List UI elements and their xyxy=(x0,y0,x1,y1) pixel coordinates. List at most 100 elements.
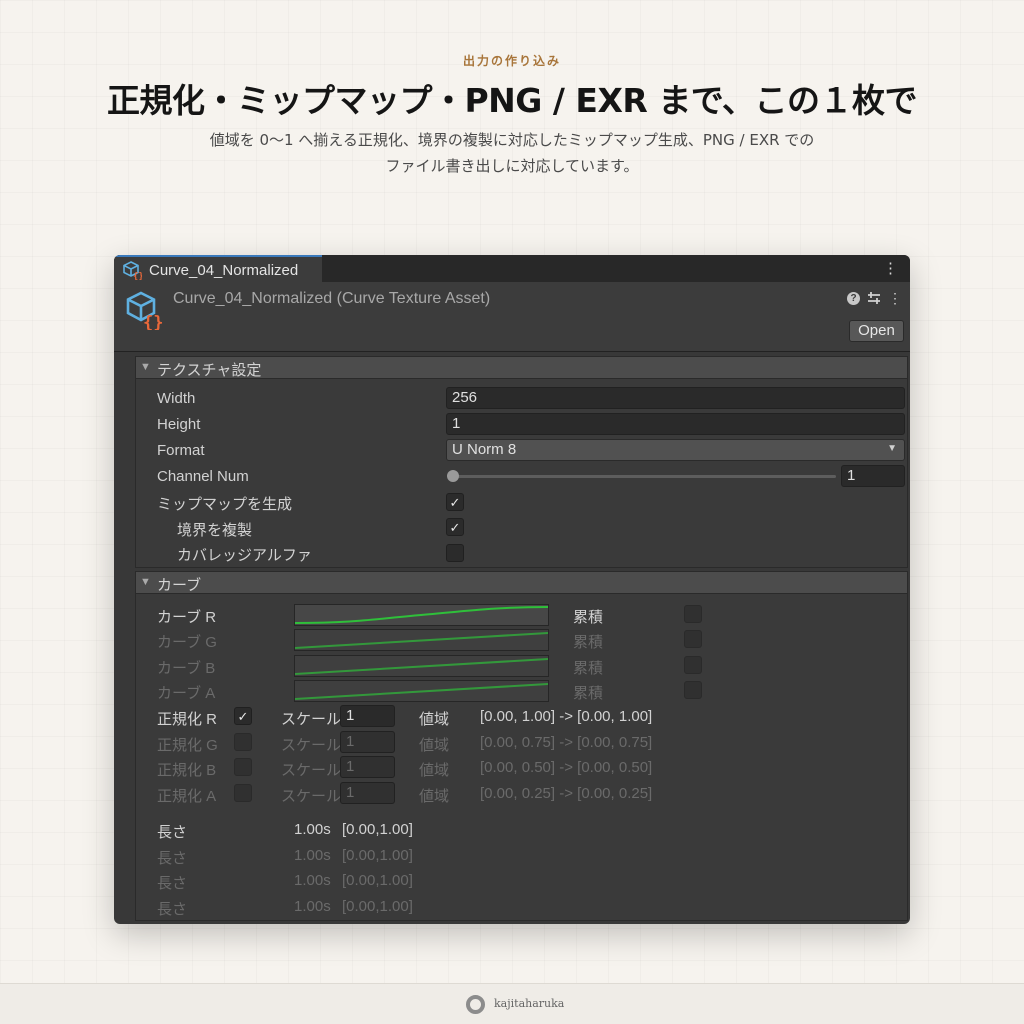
section-title: テクスチャ設定 xyxy=(157,362,262,379)
fold-arrow-icon: ▼ xyxy=(140,361,151,373)
curve-r-label: カーブ R xyxy=(157,609,217,626)
asset-title: Curve_04_Normalized (Curve Texture Asset… xyxy=(173,290,491,307)
format-dropdown[interactable]: U Norm 8 ▼ xyxy=(446,439,905,461)
scale-a-input[interactable]: 1 xyxy=(340,782,395,804)
tab-curve-asset[interactable]: {} Curve_04_Normalized xyxy=(114,255,322,282)
curves-section: ▼ カーブ カーブ R 累積 カーブ G 累積 カーブ B 累積 カーブ A 累… xyxy=(135,571,908,921)
length-r-range: [0.00,1.00] xyxy=(342,821,413,838)
scale-g-label: スケール xyxy=(281,737,342,754)
format-value: U Norm 8 xyxy=(452,441,517,458)
height-input[interactable]: 1 xyxy=(446,413,905,435)
curve-b-field[interactable] xyxy=(294,655,549,677)
curve-g-label: カーブ G xyxy=(157,634,217,651)
border-mip-checkbox[interactable]: ✓ xyxy=(446,518,464,536)
accum-g-checkbox[interactable] xyxy=(684,630,702,648)
range-r-label: 値域 xyxy=(419,711,450,728)
range-r-value: [0.00, 1.00] -> [0.00, 1.00] xyxy=(480,708,653,725)
range-a-label: 値域 xyxy=(419,788,450,805)
curves-header[interactable]: ▼ カーブ xyxy=(136,572,907,594)
curve-g-field[interactable] xyxy=(294,629,549,651)
curve-r-field[interactable] xyxy=(294,604,549,626)
scale-r-input[interactable]: 1 xyxy=(340,705,395,727)
section-title: カーブ xyxy=(157,577,202,594)
curve-a-label: カーブ A xyxy=(157,685,216,702)
length-b-range: [0.00,1.00] xyxy=(342,872,413,889)
tab-label: Curve_04_Normalized xyxy=(149,262,299,279)
range-g-label: 値域 xyxy=(419,737,450,754)
normalize-g-checkbox[interactable] xyxy=(234,733,252,751)
accum-r-label: 累積 xyxy=(573,609,604,626)
height-label: Height xyxy=(157,416,201,433)
length-a-value: 1.00s xyxy=(294,898,331,915)
width-label: Width xyxy=(157,390,196,407)
normalize-g-label: 正規化 G xyxy=(157,737,218,754)
scale-r-label: スケール xyxy=(281,711,342,728)
fold-arrow-icon: ▼ xyxy=(140,576,151,588)
open-button[interactable]: Open xyxy=(849,320,904,342)
curve-b-line xyxy=(295,658,548,675)
tab-menu-icon[interactable]: ⋮ xyxy=(883,259,898,277)
length-a-range: [0.00,1.00] xyxy=(342,898,413,915)
scale-a-label: スケール xyxy=(281,788,342,805)
channel-num-input[interactable]: 1 xyxy=(841,465,905,487)
range-g-value: [0.00, 0.75] -> [0.00, 0.75] xyxy=(480,734,653,751)
border-mip-label: 境界を複製 xyxy=(177,522,253,539)
brand-logo-icon xyxy=(466,995,485,1014)
texture-settings-header[interactable]: ▼ テクスチャ設定 xyxy=(136,357,907,379)
normalize-r-checkbox[interactable]: ✓ xyxy=(234,707,252,725)
eyebrow: 出力の作り込み xyxy=(462,54,561,68)
accum-a-checkbox[interactable] xyxy=(684,681,702,699)
settings-sliders-icon[interactable] xyxy=(867,291,881,305)
channel-slider-track[interactable] xyxy=(451,475,836,478)
accum-b-label: 累積 xyxy=(573,660,604,677)
subtitle: 値域を 0〜1 へ揃える正規化、境界の複製に対応したミップマップ生成、PNG /… xyxy=(0,127,1024,179)
format-label: Format xyxy=(157,442,205,459)
inspector-window: {} Curve_04_Normalized ⋮ {} Curve_04_Nor… xyxy=(114,255,910,924)
curve-b-label: カーブ B xyxy=(157,660,216,677)
normalize-a-checkbox[interactable] xyxy=(234,784,252,802)
accum-b-checkbox[interactable] xyxy=(684,656,702,674)
subtitle-line-1: 値域を 0〜1 へ揃える正規化、境界の複製に対応したミップマップ生成、PNG /… xyxy=(209,131,815,149)
length-r-label: 長さ xyxy=(157,824,188,841)
footer: kajitaharuka xyxy=(0,983,1024,1024)
normalize-a-label: 正規化 A xyxy=(157,788,217,805)
scale-g-input[interactable]: 1 xyxy=(340,731,395,753)
coverage-alpha-checkbox[interactable] xyxy=(446,544,464,562)
asset-cube-icon: {} xyxy=(126,291,163,330)
svg-text:{}: {} xyxy=(133,272,142,280)
range-a-value: [0.00, 0.25] -> [0.00, 0.25] xyxy=(480,785,653,802)
asset-cube-icon: {} xyxy=(123,261,142,280)
accum-g-label: 累積 xyxy=(573,634,604,651)
length-a-label: 長さ xyxy=(157,901,188,918)
range-b-value: [0.00, 0.50] -> [0.00, 0.50] xyxy=(480,759,653,776)
curve-a-line xyxy=(295,683,548,700)
length-r-value: 1.00s xyxy=(294,821,331,838)
normalize-r-label: 正規化 R xyxy=(157,711,218,728)
scale-b-label: スケール xyxy=(281,762,342,779)
subtitle-line-2: ファイル書き出しに対応しています。 xyxy=(385,157,639,175)
channel-slider-handle[interactable] xyxy=(447,470,459,482)
chevron-down-icon: ▼ xyxy=(887,443,897,454)
help-icon[interactable]: ? xyxy=(847,291,860,305)
normalize-b-label: 正規化 B xyxy=(157,762,217,779)
scale-b-input[interactable]: 1 xyxy=(340,756,395,778)
tab-bar: {} Curve_04_Normalized ⋮ xyxy=(114,255,910,282)
coverage-alpha-label: カバレッジアルファ xyxy=(177,547,312,564)
curve-a-field[interactable] xyxy=(294,680,549,702)
kebab-menu-icon[interactable]: ⋮ xyxy=(888,291,902,305)
accum-r-checkbox[interactable] xyxy=(684,605,702,623)
length-b-value: 1.00s xyxy=(294,872,331,889)
brand-name: kajitaharuka xyxy=(494,997,565,1010)
svg-text:{}: {} xyxy=(143,313,163,330)
mipmap-label: ミップマップを生成 xyxy=(157,496,293,513)
width-input[interactable]: 256 xyxy=(446,387,905,409)
length-b-label: 長さ xyxy=(157,875,188,892)
mipmap-checkbox[interactable]: ✓ xyxy=(446,493,464,511)
channel-num-label: Channel Num xyxy=(157,468,249,485)
normalize-b-checkbox[interactable] xyxy=(234,758,252,776)
headline: 正規化・ミップマップ・PNG / EXR まで、この１枚で xyxy=(107,81,918,120)
curve-r-line xyxy=(295,606,548,624)
texture-settings-section: ▼ テクスチャ設定 Width 256 Height 1 Format U No… xyxy=(135,356,908,568)
length-g-range: [0.00,1.00] xyxy=(342,847,413,864)
accum-a-label: 累積 xyxy=(573,685,604,702)
